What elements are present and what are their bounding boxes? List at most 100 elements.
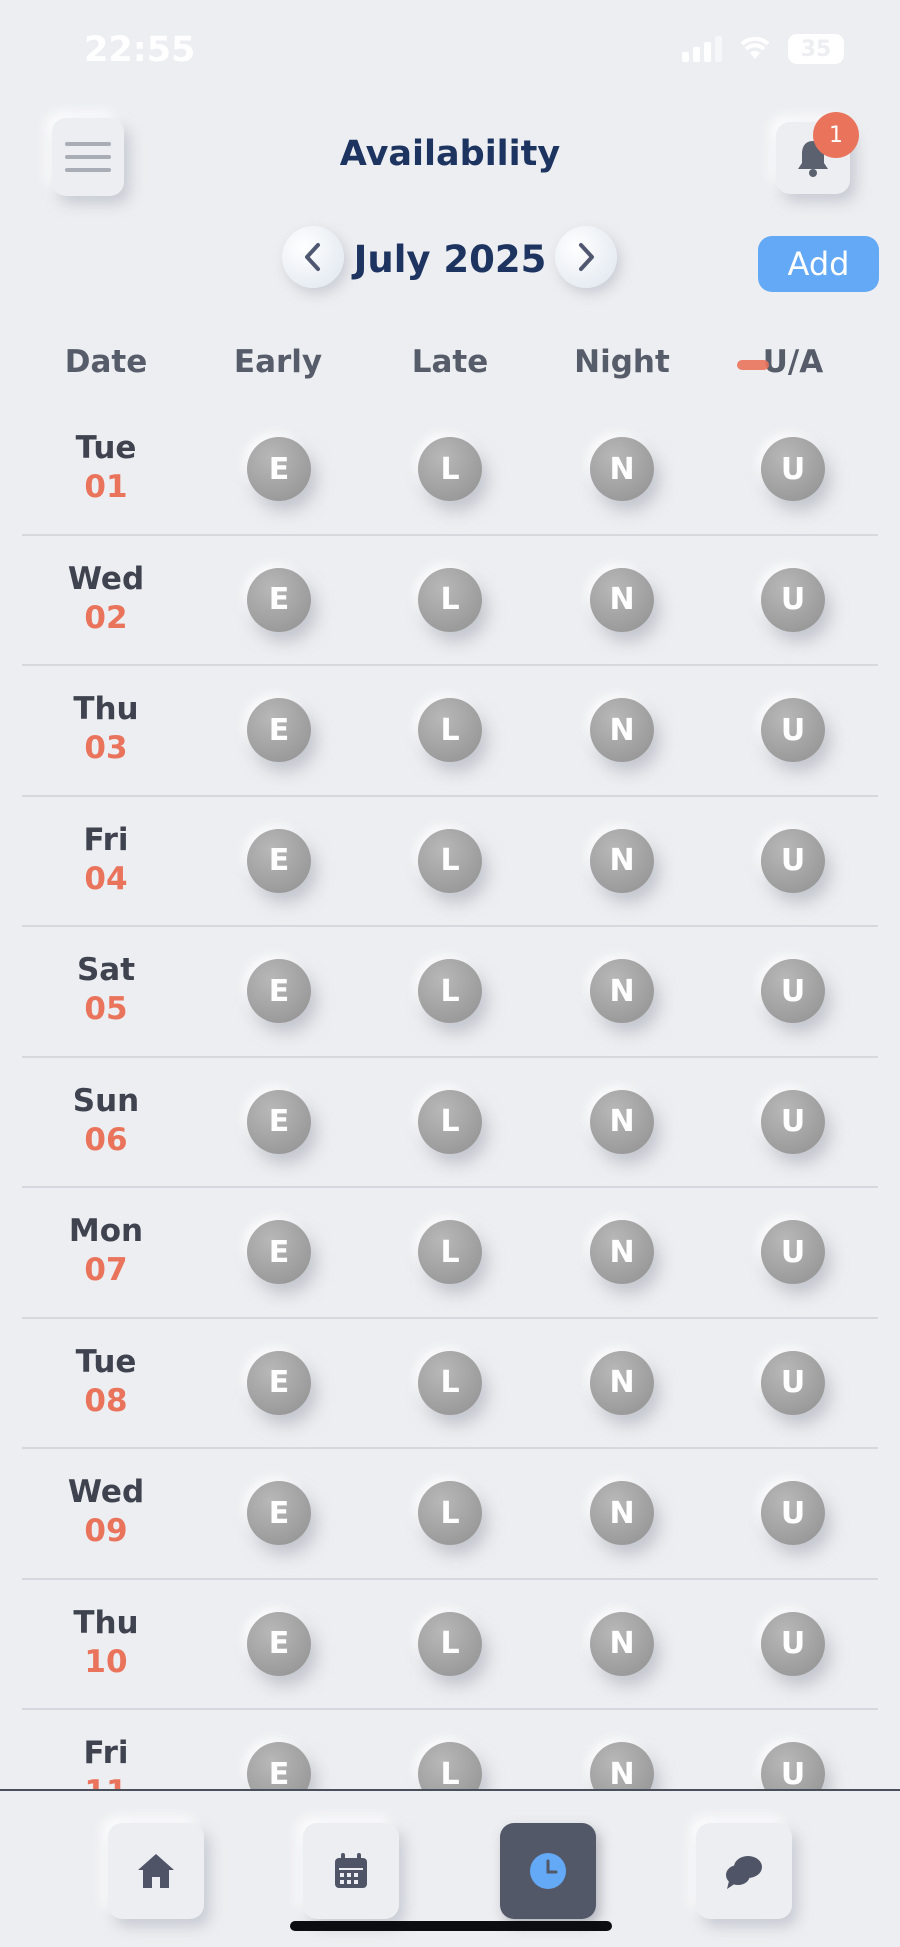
- early-shift-toggle[interactable]: E: [247, 1481, 311, 1545]
- day-number: 03: [84, 730, 128, 767]
- day-row: Sun 06 E L N U: [0, 1058, 900, 1189]
- unavailable-toggle[interactable]: U: [761, 567, 825, 632]
- availability-screen: 22:55 35 Availability 1 July 2025 Add Da…: [0, 0, 900, 1947]
- night-shift-toggle[interactable]: N: [590, 1481, 654, 1545]
- home-indicator: [290, 1921, 612, 1931]
- day-number: 06: [84, 1121, 128, 1158]
- day-row: Thu 03 E L N U: [0, 666, 900, 797]
- signal-icon: [682, 36, 722, 62]
- day-number: 09: [84, 1513, 128, 1550]
- nav-chat-button[interactable]: [696, 1823, 792, 1919]
- day-of-week: Fri: [83, 821, 129, 858]
- late-shift-toggle[interactable]: L: [418, 1611, 482, 1676]
- day-number: 08: [84, 1382, 128, 1419]
- night-shift-toggle[interactable]: N: [590, 437, 654, 501]
- night-shift-toggle[interactable]: N: [590, 828, 654, 893]
- next-month-button[interactable]: [555, 226, 617, 288]
- night-shift-toggle[interactable]: N: [590, 1350, 654, 1415]
- late-shift-toggle[interactable]: L: [418, 828, 482, 893]
- late-shift-toggle[interactable]: L: [418, 1481, 482, 1545]
- day-cell: Sat 05: [16, 952, 196, 1028]
- unavailable-toggle[interactable]: U: [761, 1220, 825, 1284]
- late-shift-toggle[interactable]: L: [418, 437, 482, 501]
- nav-availability-button[interactable]: [500, 1823, 596, 1919]
- early-shift-toggle[interactable]: E: [247, 567, 311, 632]
- nav-home-button[interactable]: [108, 1823, 204, 1919]
- day-of-week: Thu: [73, 691, 139, 727]
- night-shift-toggle[interactable]: N: [590, 1742, 654, 1790]
- day-number: 05: [84, 991, 128, 1028]
- day-row: Fri 04 E L N U: [0, 797, 900, 928]
- night-shift-toggle[interactable]: N: [590, 1089, 654, 1154]
- unavailable-toggle[interactable]: U: [761, 698, 825, 762]
- early-shift-toggle[interactable]: E: [247, 1611, 311, 1676]
- early-shift-toggle[interactable]: E: [247, 1220, 311, 1284]
- column-header-date: Date: [64, 344, 148, 380]
- day-cell: Wed 09: [16, 1474, 196, 1550]
- night-shift-toggle[interactable]: N: [590, 698, 654, 762]
- late-shift-toggle[interactable]: L: [418, 1220, 482, 1284]
- late-shift-toggle[interactable]: L: [418, 698, 482, 762]
- status-time: 22:55: [84, 30, 196, 70]
- late-shift-toggle[interactable]: L: [418, 567, 482, 632]
- day-cell: Wed 02: [16, 561, 196, 637]
- day-row: Wed 02 E L N U: [0, 536, 900, 667]
- day-cell: Thu 03: [16, 691, 196, 767]
- day-of-week: Sat: [76, 952, 136, 988]
- nav-calendar-button[interactable]: [303, 1823, 399, 1919]
- availability-list: Tue 01 E L N U Wed 02 E L N U Thu 03 E L N U Fri 04 E L N U Sat 0…: [0, 405, 900, 1790]
- early-shift-toggle[interactable]: E: [247, 1350, 311, 1415]
- night-shift-toggle[interactable]: N: [590, 567, 654, 632]
- day-of-week: Mon: [68, 1213, 144, 1249]
- early-shift-toggle[interactable]: E: [247, 959, 311, 1023]
- calendar-icon: [335, 1853, 367, 1888]
- day-row: Tue 08 E L N U: [0, 1319, 900, 1450]
- add-button[interactable]: Add: [758, 236, 879, 292]
- unavailable-toggle[interactable]: U: [761, 1350, 825, 1415]
- month-label: July 2025: [353, 238, 547, 281]
- notification-badge: 1: [813, 112, 859, 158]
- day-row: Mon 07 E L N U: [0, 1188, 900, 1319]
- unavailable-toggle[interactable]: U: [761, 828, 825, 893]
- prev-month-button[interactable]: [282, 226, 344, 288]
- status-bar: 22:55 35: [0, 0, 900, 100]
- ua-marker: [737, 360, 769, 370]
- day-cell: Fri 11: [16, 1735, 196, 1790]
- early-shift-toggle[interactable]: E: [247, 437, 311, 501]
- early-shift-toggle[interactable]: E: [247, 1742, 311, 1790]
- night-shift-toggle[interactable]: N: [590, 1611, 654, 1676]
- day-row: Tue 01 E L N U: [0, 405, 900, 536]
- chevron-left-icon: [305, 243, 320, 271]
- day-number: 11: [16, 1774, 196, 1790]
- late-shift-toggle[interactable]: L: [418, 1089, 482, 1154]
- early-shift-toggle[interactable]: E: [247, 828, 311, 893]
- day-of-week: Tue: [75, 1343, 137, 1380]
- day-number: 02: [84, 599, 128, 636]
- early-shift-toggle[interactable]: E: [247, 1089, 311, 1154]
- unavailable-toggle[interactable]: U: [761, 1611, 825, 1676]
- column-header-late: Late: [411, 344, 489, 380]
- day-row: Wed 09 E L N U: [0, 1449, 900, 1580]
- day-cell: Tue 01: [16, 430, 196, 506]
- home-icon: [138, 1854, 174, 1888]
- day-cell: Sun 06: [16, 1083, 196, 1159]
- night-shift-toggle[interactable]: N: [590, 959, 654, 1023]
- night-shift-toggle[interactable]: N: [590, 1220, 654, 1284]
- day-of-week: Thu: [73, 1604, 139, 1641]
- late-shift-toggle[interactable]: L: [418, 1742, 482, 1790]
- unavailable-toggle[interactable]: U: [761, 1481, 825, 1545]
- unavailable-toggle[interactable]: U: [761, 1742, 825, 1790]
- day-row: Thu 10 E L N U: [0, 1580, 900, 1711]
- unavailable-toggle[interactable]: U: [761, 437, 825, 501]
- day-number: 10: [84, 1643, 128, 1680]
- late-shift-toggle[interactable]: L: [418, 1350, 482, 1415]
- unavailable-toggle[interactable]: U: [761, 1089, 825, 1154]
- day-of-week: Tue: [75, 430, 137, 466]
- day-cell: Mon 07: [16, 1213, 196, 1289]
- late-shift-toggle[interactable]: L: [418, 959, 482, 1023]
- day-number: 04: [84, 860, 128, 897]
- day-row: Fri 11 E L N U: [0, 1710, 900, 1790]
- early-shift-toggle[interactable]: E: [247, 698, 311, 762]
- day-of-week: Wed: [67, 560, 145, 597]
- unavailable-toggle[interactable]: U: [761, 959, 825, 1023]
